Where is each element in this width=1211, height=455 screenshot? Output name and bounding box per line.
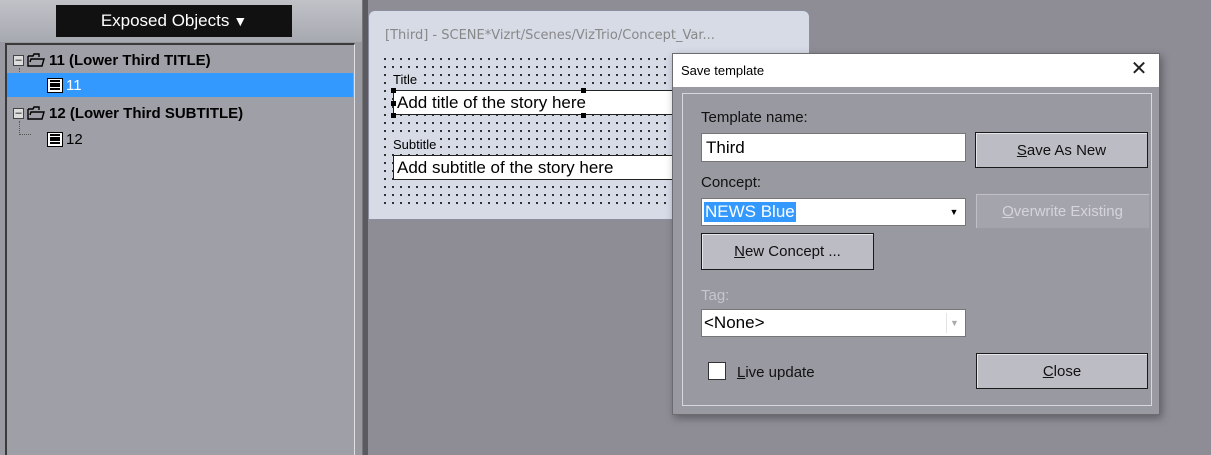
resize-handle[interactable] [581, 88, 586, 93]
folder-icon [27, 53, 45, 67]
template-name-label: Template name: [701, 109, 808, 126]
tree-group-label: 12 (Lower Third SUBTITLE) [49, 104, 244, 122]
resize-handle[interactable] [581, 113, 586, 118]
label-text: ive update [745, 364, 815, 381]
subtitle-field[interactable]: Add subtitle of the story here [393, 155, 693, 180]
button-text: ave As New [1026, 141, 1107, 159]
overwrite-existing-button[interactable]: Overwrite Existing [975, 193, 1150, 229]
collapse-icon[interactable]: – [13, 107, 24, 119]
close-button[interactable]: Close [976, 353, 1148, 389]
dialog-body: Template name: Third Save As New Concept… [682, 93, 1152, 406]
resize-handle[interactable] [391, 88, 396, 93]
chevron-down-icon[interactable]: ▼ [946, 313, 962, 333]
tree-group-row[interactable]: – 11 (Lower Third TITLE) [7, 48, 353, 72]
exposed-objects-dropdown[interactable]: Exposed Objects ▼ [56, 5, 292, 37]
subtitle-field-label: Subtitle [391, 137, 439, 152]
exposed-objects-tree[interactable]: – 11 (Lower Third TITLE) 11 – 12 (Lower … [5, 43, 355, 455]
button-accel: N [734, 243, 745, 260]
dialog-titlebar[interactable]: Save template ✕ [673, 54, 1159, 87]
exposed-objects-header: Exposed Objects ▼ [0, 0, 362, 42]
exposed-objects-title: Exposed Objects [100, 11, 230, 30]
tag-select-value: <None> [704, 313, 765, 332]
title-field[interactable]: Add title of the story here [393, 90, 693, 115]
new-concept-button[interactable]: New Concept ... [701, 233, 874, 270]
collapse-icon[interactable]: – [13, 54, 24, 66]
scene-canvas[interactable]: Title Add title of the story here Subtit… [381, 55, 701, 207]
button-accel: C [1042, 362, 1054, 380]
folder-icon [27, 106, 45, 120]
triangle-down-icon: ▼ [233, 13, 248, 29]
tag-label: Tag: [701, 287, 730, 304]
tree-group-label: 11 (Lower Third TITLE) [49, 51, 211, 69]
concept-select-value: NEWS Blue [704, 202, 796, 222]
exposed-objects-panel: Exposed Objects ▼ – 11 (Lower Third TITL… [0, 0, 362, 455]
close-icon[interactable]: ✕ [1129, 59, 1149, 81]
button-accel: O [1002, 202, 1014, 220]
tree-item-row[interactable]: 12 [7, 127, 353, 151]
live-update-checkbox[interactable] [708, 362, 726, 380]
dialog-title: Save template [681, 63, 765, 78]
document-icon [47, 77, 63, 93]
resize-handle[interactable] [391, 113, 396, 118]
save-template-dialog: Save template ✕ Template name: Third Sav… [672, 53, 1160, 415]
resize-handle[interactable] [391, 101, 396, 106]
tree-group-row[interactable]: – 12 (Lower Third SUBTITLE) [7, 101, 353, 125]
template-name-input[interactable]: Third [701, 133, 966, 162]
button-accel: S [1016, 141, 1027, 159]
button-text: ew Concept ... [744, 243, 841, 260]
tree-item-row[interactable]: 11 [7, 73, 353, 97]
concept-label: Concept: [701, 174, 762, 191]
save-as-new-button[interactable]: Save As New [975, 132, 1148, 168]
tree-item-label: 12 [66, 130, 83, 148]
document-icon [47, 131, 63, 147]
scene-window-title: [Third] - SCENE*Vizrt/Scenes/VizTrio/Con… [385, 28, 715, 43]
tree-item-label: 11 [66, 76, 82, 94]
tag-select[interactable]: <None> ▼ [701, 309, 966, 337]
button-text: verwrite Existing [1013, 202, 1123, 220]
button-text: lose [1053, 362, 1082, 380]
live-update-label[interactable]: Live update [737, 364, 815, 381]
chevron-down-icon[interactable]: ▼ [946, 202, 962, 222]
concept-select[interactable]: NEWS Blue ▼ [701, 198, 966, 226]
title-field-label: Title [391, 72, 420, 87]
